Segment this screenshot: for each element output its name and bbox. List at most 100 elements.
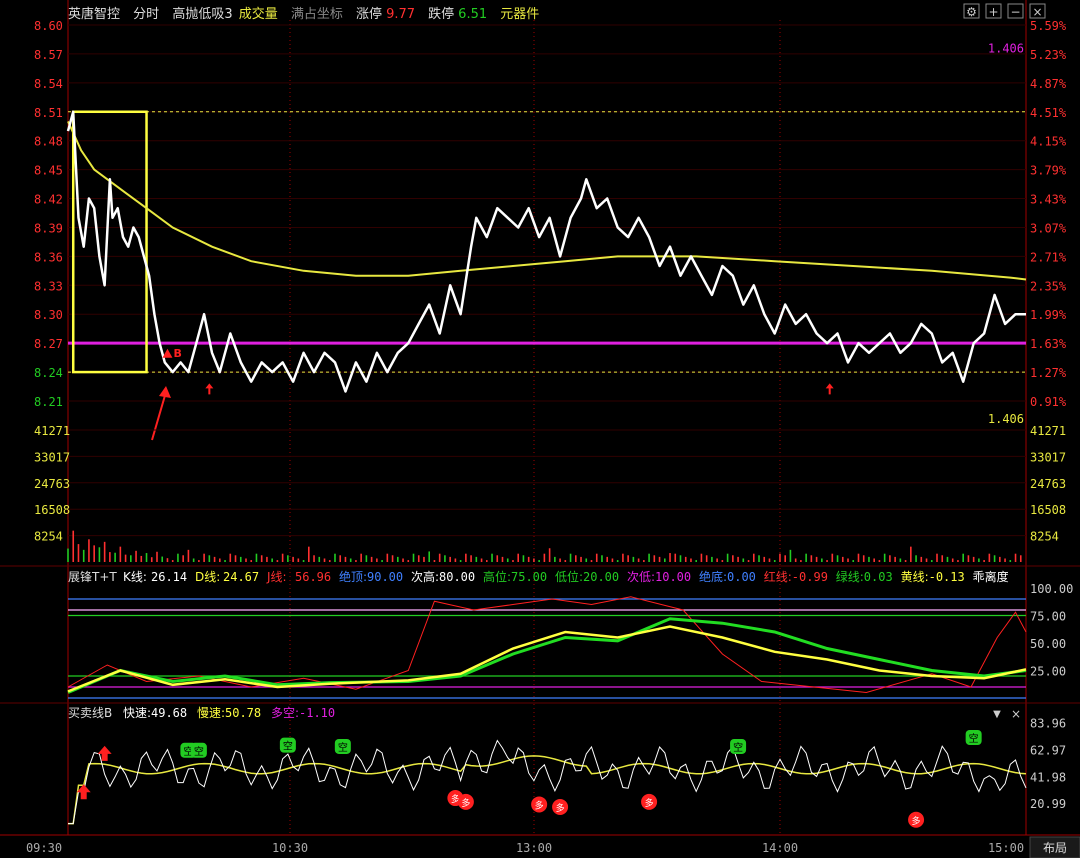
minus-icon[interactable]: − [1010,5,1020,19]
up-arrow-icon [825,383,834,395]
pct-tick-label: 3.43% [1030,193,1067,207]
pct-tick-label: 1.99% [1030,308,1067,322]
duo-marker-label: 多 [556,802,565,814]
bs-tick-label: 20.99 [1030,797,1066,811]
bs-tick-label: 83.96 [1030,717,1066,731]
kdj-title: 展锋T+T [68,570,117,584]
up-arrow-icon [205,383,214,395]
volume-tick-label-right: 16508 [1030,503,1066,517]
kdj-legend-key: 次高: [411,569,439,584]
kdj-legend-value: 24.67 [223,570,259,584]
pointer-arrow-icon [159,386,171,398]
pct-tick-label: 4.15% [1030,135,1067,149]
kdj-legend-value: 90.00 [367,570,403,584]
pct-tick-label: 2.71% [1030,250,1067,264]
close-panel-icon[interactable]: × [1011,707,1021,721]
price-tick-label: 8.36 [34,250,63,264]
kdj-legend-value: -0.99 [792,570,828,584]
volume-tick-label-right: 24763 [1030,477,1066,491]
time-tick-label: 13:00 [516,841,552,855]
kong-marker-label: 空 [969,732,979,745]
bs-legend-value: 50.78 [225,706,261,720]
volume-tick-label: 8254 [34,530,63,544]
kdj-legend-key: 绝底: [699,569,727,584]
kdj-legend-value: 80.00 [439,570,475,584]
volume-tick-label: 33017 [34,450,70,464]
kdj-legend-key: D线: [195,570,220,584]
bs-legend-key: 多空: [271,706,299,720]
bs-up-arrow-icon [97,745,112,761]
kdj-legend-key: J线: [266,570,287,584]
time-tick-label: 14:00 [762,841,798,855]
price-tick-label: 8.48 [34,135,63,149]
kdj-legend-key: 高位: [483,569,511,584]
right-label-top: 1.406 [988,41,1024,55]
bs-tick-label: 41.98 [1030,770,1066,784]
buy-triangle-icon [162,348,173,358]
duo-marker-label: 多 [535,799,544,811]
volume-tick-label: 41271 [34,424,70,438]
volume-tick-label-right: 8254 [1030,530,1059,544]
kdj-legend-key: K线: [123,570,147,584]
kong-marker-label: 空 [338,741,348,754]
volume-tick-label-right: 41271 [1030,424,1066,438]
price-tick-label: 8.45 [34,164,63,178]
pointer-arrow-shaft [151,391,167,441]
price-tick-label: 8.39 [34,221,63,235]
kdj-legend-value: 26.14 [151,570,187,584]
kdj-tick-label: 25.00 [1030,665,1066,679]
dropdown-icon[interactable]: ▼ [993,709,1001,720]
pct-tick-label: 1.63% [1030,337,1067,351]
pct-tick-label: 5.23% [1030,48,1067,62]
price-tick-label: 8.51 [34,106,63,120]
time-tick-label: 15:00 [988,841,1024,855]
kdj-legend-key: 绿线: [836,569,864,584]
pct-tick-label: 5.59% [1030,19,1067,33]
bs-slow-line [68,755,1027,825]
kdj-legend-value: 75.00 [511,570,547,584]
bs-tick-label: 62.97 [1030,744,1066,758]
kdj-tick-label: 100.00 [1030,582,1073,596]
close-icon[interactable]: × [1032,5,1042,19]
volume-tick-label-right: 33017 [1030,450,1066,464]
kong-marker-label: 空 [733,741,743,754]
kdj-legend-key: 次低: [627,570,655,584]
time-tick-label: 10:30 [272,841,308,855]
kdj-legend-key: 黄线: [901,570,929,584]
pct-tick-label: 3.07% [1030,221,1067,235]
price-tick-label: 8.30 [34,308,63,322]
pct-tick-label: 4.87% [1030,77,1067,91]
bs-fast-line [68,739,1027,825]
volume-tick-label: 24763 [34,477,70,491]
bs-legend-key: 慢速: [197,706,225,720]
pct-tick-label: 1.27% [1030,366,1067,380]
kong-marker-label: 空 [194,745,204,758]
kdj-legend-value: 20.00 [583,570,619,584]
bs-title: 买卖线B [68,706,112,720]
intraday-chart[interactable]: ⚙ + − ×8.608.578.548.518.488.458.428.398.36… [0,0,1080,858]
price-tick-label: 8.60 [34,19,63,33]
settings-icon[interactable]: ⚙ [966,5,977,19]
bs-legend-value: -1.10 [299,706,335,720]
price-tick-label: 8.21 [34,395,63,409]
pct-tick-label: 4.51% [1030,106,1067,120]
bs-legend-value: 49.68 [151,706,187,720]
pct-tick-label: 2.35% [1030,279,1067,293]
price-tick-label: 8.54 [34,77,63,91]
duo-marker-label: 多 [912,815,921,827]
kdj-legend-value: 0.03 [864,570,893,584]
kdj-legend-value: 0.00 [727,570,756,584]
price-tick-label: 8.27 [34,337,63,351]
price-tick-label: 8.57 [34,48,63,62]
pct-tick-label: 0.91% [1030,395,1067,409]
pct-tick-label: 3.79% [1030,164,1067,178]
layout-button-label[interactable]: 布局 [1043,841,1067,855]
duo-marker-label: 多 [461,797,470,809]
plus-icon[interactable]: + [988,5,998,19]
duo-marker-label: 多 [645,797,654,809]
kdj-tick-label: 50.00 [1030,637,1066,651]
kdj-tick-label: 75.00 [1030,610,1066,624]
buy-marker-label: B [173,347,181,360]
avg-price-line [67,120,1027,281]
kdj-legend-value: 56.96 [295,570,331,584]
